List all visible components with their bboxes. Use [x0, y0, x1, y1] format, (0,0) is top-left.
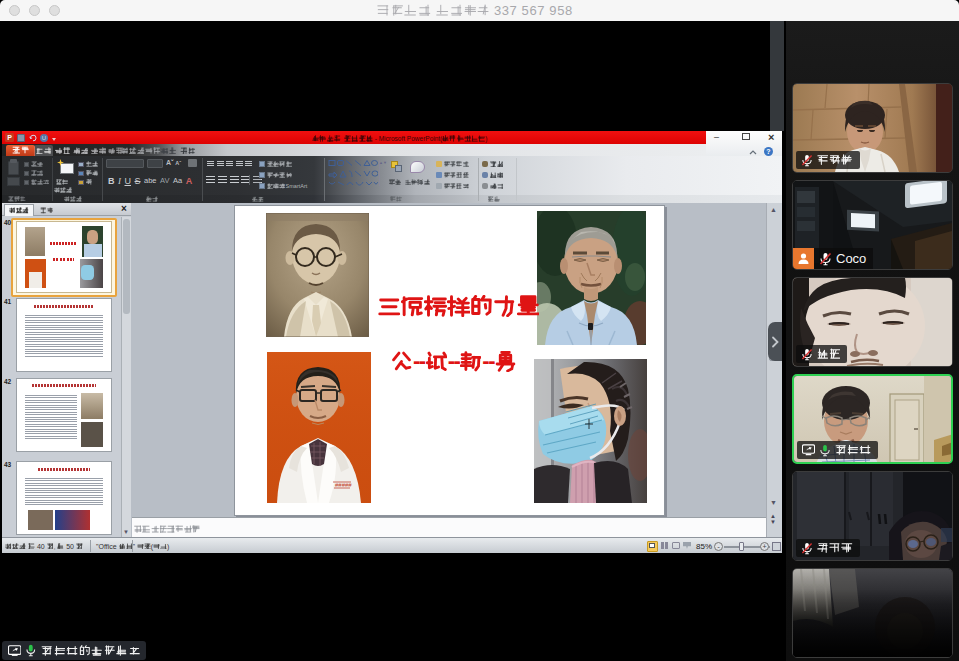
svg-text:#####: #####	[335, 482, 352, 488]
